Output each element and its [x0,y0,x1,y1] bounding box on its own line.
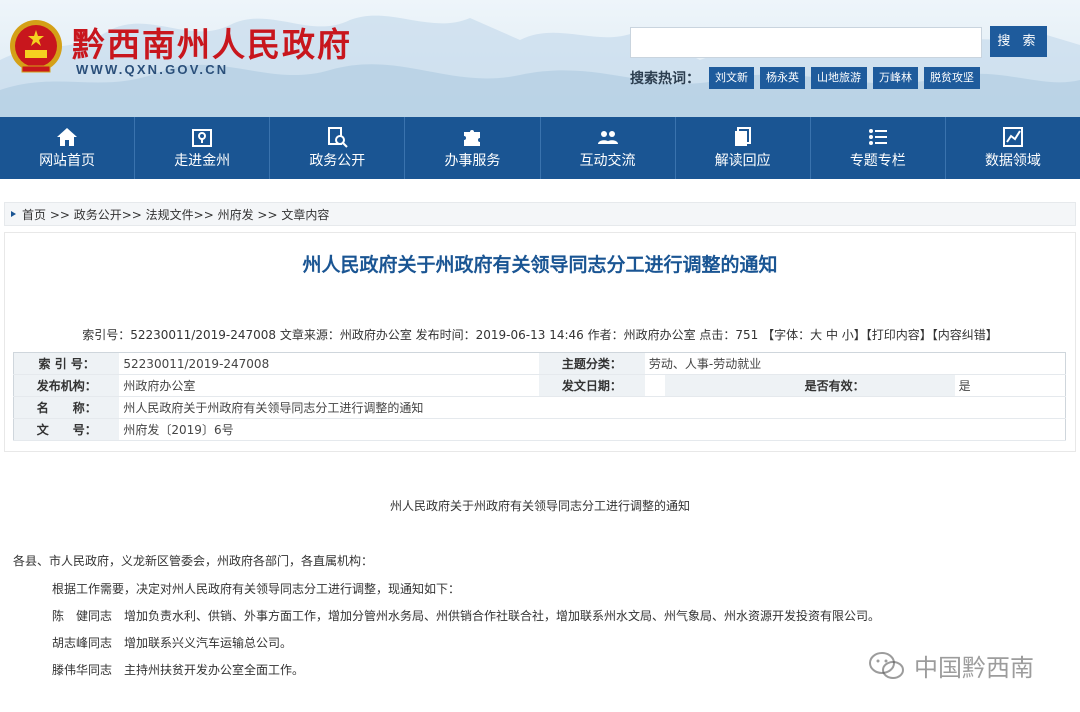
info-row: 发布机构： 州政府办公室 发文日期： 是否有效： 是 [13,374,1066,397]
site-url: WWW.QXN.GOV.CN [76,62,229,77]
body-salutation: 各县、市人民政府，义龙新区管委会，州政府各部门，各直属机构： [13,554,374,568]
home-icon [57,128,78,146]
nav-item-home[interactable]: 网站首页 [0,117,136,179]
info-key: 是否有效： [664,374,955,397]
nav-label: 专题专栏 [849,153,906,169]
body-paragraph: 陈 健同志 增加负责水利、供销、外事方面工作，增加分管州水务局、州供销合作社联合… [52,609,881,623]
body-paragraph: 根据工作需要，决定对州人民政府有关领导同志分工进行调整，现通知如下： [52,582,461,596]
info-key: 索 引 号： [13,352,120,375]
info-value: 州政府办公室 [119,374,539,397]
nav-label: 网站首页 [39,153,96,169]
info-key: 名 称： [13,396,120,419]
chart-icon [1002,127,1023,147]
info-value [644,374,665,397]
hot-word-tag[interactable]: 刘文新 [709,67,754,89]
nav-label: 解读回应 [714,153,771,169]
hot-word-tag[interactable]: 脱贫攻坚 [924,67,980,89]
search-input[interactable] [630,27,982,58]
nav-label: 办事服务 [444,153,501,169]
info-key: 主题分类： [538,352,645,375]
info-row: 文 号： 州府发〔2019〕6号 [13,418,1066,441]
wechat-watermark: 中国黔西南 [868,648,1034,683]
info-value: 州人民政府关于州政府有关领导同志分工进行调整的通知 [119,396,1066,419]
people-icon [597,131,618,144]
hot-word-tag[interactable]: 万峰林 [873,67,918,89]
search-button[interactable]: 搜 索 [990,26,1047,57]
list-icon [868,129,887,145]
info-row: 索 引 号： 52230011/2019-247008 主题分类： 劳动、人事-… [13,352,1066,375]
watermark-text: 中国黔西南 [914,654,1034,682]
nav-item-services[interactable]: 办事服务 [405,117,541,179]
document-search-icon [328,127,349,148]
breadcrumb-arrow-icon [11,211,16,217]
nav-item-interaction[interactable]: 互动交流 [541,117,676,179]
copy-icon [734,127,751,146]
info-value: 52230011/2019-247008 [119,352,539,375]
puzzle-icon [464,130,481,146]
nav-item-data[interactable]: 数据领域 [946,117,1080,179]
hot-words-list: 刘文新 杨永英 山地旅游 万峰林 脱贫攻坚 [709,67,980,89]
wechat-icon [869,651,904,679]
nav-item-interpretation[interactable]: 解读回应 [676,117,811,179]
main-nav: 网站首页 走进金州 政务公开 办事服务 互动交流 解读回应 专题专栏 数据领域 [0,117,1080,179]
article-title: 州人民政府关于州政府有关领导同志分工进行调整的通知 [302,254,778,276]
nav-label: 走进金州 [174,153,231,169]
nav-item-special-topics[interactable]: 专题专栏 [811,117,946,179]
map-pin-icon [192,129,213,147]
info-key: 发布机构： [13,374,120,397]
info-value: 是 [954,374,1066,397]
nav-label: 政务公开 [309,153,366,169]
info-key: 文 号： [13,418,120,441]
info-key: 发文日期： [538,374,645,397]
body-paragraph: 胡志峰同志 增加联系兴义汽车运输总公司。 [52,636,293,650]
nav-label: 数据领域 [984,153,1041,169]
body-paragraph: 滕伟华同志 主持州扶贫开发办公室全面工作。 [52,663,305,677]
hot-words-label: 搜索热词： [630,71,700,87]
info-value: 州府发〔2019〕6号 [119,418,1066,441]
body-title: 州人民政府关于州政府有关领导同志分工进行调整的通知 [389,499,690,513]
nav-item-gov-affairs[interactable]: 政务公开 [270,117,406,179]
article-meta: 索引号：52230011/2019-247008 文章来源：州政府办公室 发布时… [82,328,998,342]
hot-word-tag[interactable]: 杨永英 [760,67,805,89]
nav-item-about[interactable]: 走进金州 [135,117,271,179]
national-emblem-icon [10,20,62,73]
nav-label: 互动交流 [579,153,636,169]
site-title[interactable]: 黔西南州人民政府 [72,18,352,66]
hot-word-tag[interactable]: 山地旅游 [811,67,867,89]
breadcrumb-text[interactable]: 首页 >> 政务公开>> 法规文件>> 州府发 >> 文章内容 [22,206,329,223]
info-value: 劳动、人事-劳动就业 [644,352,1066,375]
breadcrumb: 首页 >> 政务公开>> 法规文件>> 州府发 >> 文章内容 [4,202,1076,226]
site-header: 黔西南州人民政府 WWW.QXN.GOV.CN 搜 索 搜索热词： 刘文新 杨永… [0,0,1080,117]
info-row: 名 称： 州人民政府关于州政府有关领导同志分工进行调整的通知 [13,396,1066,419]
info-table: 索 引 号： 52230011/2019-247008 主题分类： 劳动、人事-… [13,352,1066,441]
